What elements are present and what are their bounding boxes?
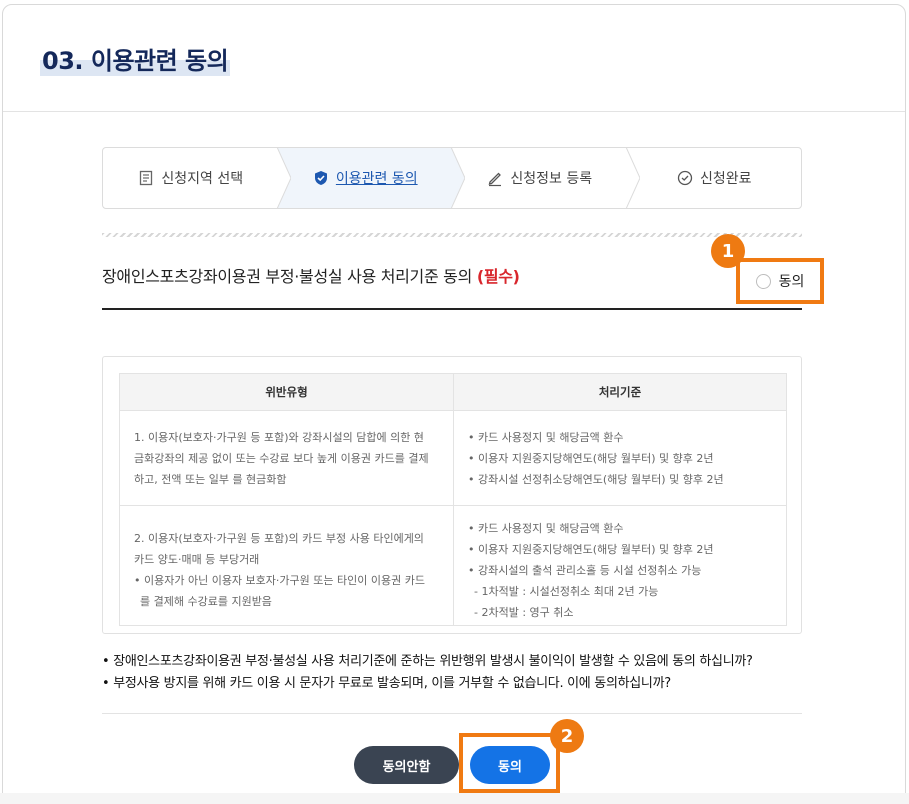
step-label: 신청정보 등록: [510, 171, 593, 187]
cell-line: - 1차적발 : 시설선정취소 최대 2년 가능: [474, 585, 659, 598]
hatched-divider: [102, 233, 802, 237]
footer-divider: [102, 713, 802, 714]
step-label: 신청지역 선택: [161, 171, 244, 187]
violation-cell: 2. 이용자(보호자·가구원 등 포함)의 카드 부정 사용 타인에게의 카드 …: [120, 506, 454, 626]
bottom-strip: [0, 793, 909, 804]
criteria-table: 위반유형 처리기준 1. 이용자(보호자·가구원 등 포함)와 강좌시설의 담합…: [119, 373, 787, 626]
step-label: 신청완료: [699, 171, 752, 187]
disagree-button[interactable]: 동의안함: [354, 746, 459, 784]
violation-cell: 1. 이용자(보호자·가구원 등 포함)와 강좌시설의 담합에 의한 현 금화강…: [119, 410, 454, 506]
section-title: 장애인스포츠강좌이용권 부정·불성실 사용 처리기준 동의 (필수): [102, 263, 520, 287]
cell-line: • 이용자 지원중지당해연도(해당 월부터) 및 향후 2년: [468, 451, 714, 465]
required-label: (필수): [476, 267, 520, 286]
callout-badge-1: 1: [711, 234, 745, 268]
criteria-table-scroll[interactable]: 위반유형 처리기준 1. 이용자(보호자·가구원 등 포함)와 강좌시설의 담합…: [102, 356, 802, 634]
section-title-text: 장애인스포츠강좌이용권 부정·불성실 사용 처리기준 동의: [102, 267, 473, 286]
measures-cell: • 카드 사용정지 및 해당금액 환수 • 이용자 지원중지당해연도(해당 월부…: [453, 410, 787, 506]
column-header-measures: 처리기준: [453, 373, 787, 411]
section-rule: [102, 308, 802, 310]
cell-line: • 강좌시설의 출석 관리소홀 등 시설 선정취소 가능: [468, 564, 702, 577]
cell-line: • 카드 사용정지 및 해당금액 환수: [468, 522, 624, 535]
cell-line: • 이용자가 아닌 이용자 보호자·가구원 또는 타인이 이용권 카드: [134, 574, 425, 587]
page-title: 03. 이용관련 동의: [40, 41, 231, 76]
highlight-frame: [459, 733, 560, 793]
cell-line: 2. 이용자(보호자·가구원 등 포함)의 카드 부정 사용 타인에게의: [134, 532, 424, 545]
cell-line: • 이용자 지원중지당해연도(해당 월부터) 및 향후 2년: [468, 543, 714, 556]
step-usage-consent: 이용관련 동의: [277, 147, 465, 209]
cell-line: 금화강좌의 제공 없이 또는 수강료 보다 높게 이용권 카드를 결제: [134, 451, 429, 465]
step-divider: [276, 147, 291, 209]
agree-radio-option[interactable]: 동의: [736, 258, 824, 304]
cell-line: 를 결제해 수강료를 지원받음: [140, 595, 272, 608]
consent-notes: • 장애인스포츠강좌이용권 부정·불성실 사용 처리기준에 준하는 위반행위 발…: [102, 651, 753, 695]
step-divider: [625, 147, 640, 209]
step-label: 이용관련 동의: [335, 171, 418, 187]
note-line: • 부정사용 방지를 위해 카드 이용 시 문자가 무료로 발송되며, 이를 거…: [102, 676, 671, 691]
document-icon: [140, 170, 153, 186]
step-region-select: 신청지역 선택: [103, 147, 291, 209]
check-circle-icon: [677, 170, 693, 186]
step-complete: 신청완료: [627, 148, 802, 208]
pencil-icon: [488, 172, 502, 187]
step-divider: [451, 147, 465, 209]
column-header-violation: 위반유형: [119, 373, 454, 411]
title-bar: 03. 이용관련 동의: [3, 5, 905, 112]
agree-radio-label: 동의: [778, 274, 805, 290]
cell-line: - 2차적발 : 영구 취소: [474, 606, 574, 619]
agree-radio[interactable]: [755, 273, 771, 289]
note-line: • 장애인스포츠강좌이용권 부정·불성실 사용 처리기준에 준하는 위반행위 발…: [102, 654, 753, 669]
shield-icon: [314, 171, 327, 185]
callout-badge-2: 2: [550, 719, 584, 753]
cell-line: • 강좌시설 선정취소당해연도(해당 월부터) 및 향후 2년: [468, 472, 724, 486]
table-row: 2. 이용자(보호자·가구원 등 포함)의 카드 부정 사용 타인에게의 카드 …: [120, 505, 787, 626]
table-row: 1. 이용자(보호자·가구원 등 포함)와 강좌시설의 담합에 의한 현 금화강…: [119, 410, 787, 506]
cell-line: 1. 이용자(보호자·가구원 등 포함)와 강좌시설의 담합에 의한 현: [134, 430, 424, 444]
cell-line: • 카드 사용정지 및 해당금액 환수: [468, 430, 624, 444]
cell-line: 하고, 전액 또는 일부 를 현금화함: [134, 472, 287, 486]
measures-cell: • 카드 사용정지 및 해당금액 환수 • 이용자 지원중지당해연도(해당 월부…: [453, 505, 787, 626]
cell-line: 카드 양도·매매 등 부당거래: [134, 553, 260, 566]
progress-steps: 신청지역 선택 이용관련 동의 신청정보 등록 신청완료: [102, 147, 802, 209]
step-info-register: 신청정보 등록: [452, 147, 640, 209]
